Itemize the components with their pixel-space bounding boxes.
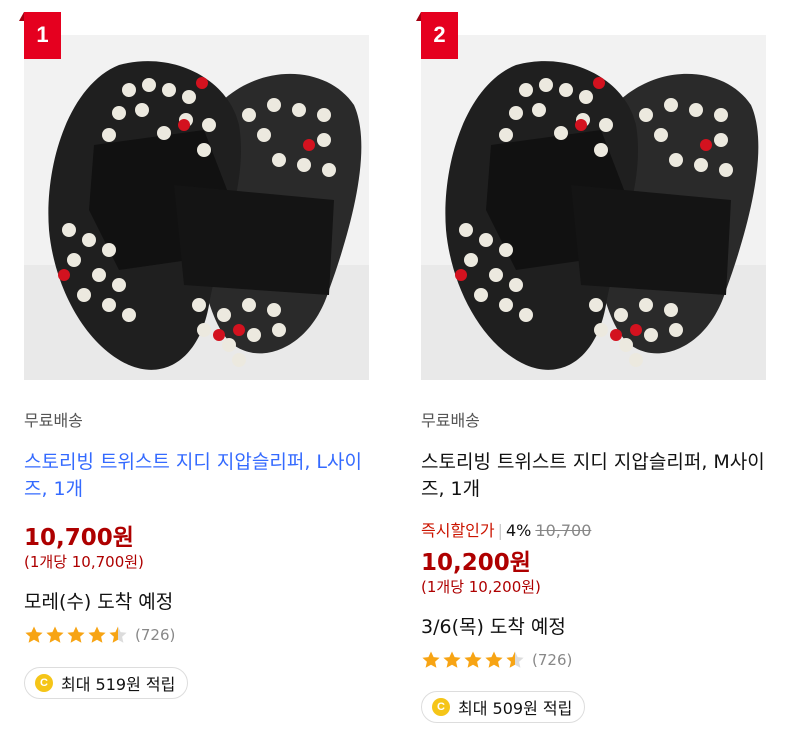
review-count: (726) (135, 626, 176, 644)
star-icon (25, 626, 43, 643)
star-rating (421, 650, 526, 670)
instant-discount-label: 즉시할인가 (421, 521, 495, 540)
rating[interactable]: (726) (421, 650, 572, 670)
sale-price: 10,200원 (421, 550, 531, 576)
product-title-link[interactable]: 스토리빙 트위스트 지디 지압슬리퍼, M사이즈, 1개 (421, 449, 766, 503)
star-rating (24, 625, 129, 645)
rank-badge: 1 (24, 12, 61, 59)
star-icon (422, 651, 440, 668)
reward-badge: C 최대 519원 적립 (24, 667, 189, 699)
star-icon (109, 626, 127, 643)
rank-badge: 2 (421, 12, 458, 59)
discount-row: 즉시할인가 | 4% 10,700 (421, 517, 591, 541)
divider: | (497, 521, 503, 540)
discount-rate: 4% (506, 521, 532, 540)
slipper-image (421, 35, 766, 380)
review-count: (726) (532, 651, 573, 669)
product-image[interactable] (421, 35, 766, 380)
free-shipping-label: 무료배송 (24, 411, 83, 430)
reward-text: 최대 519원 적립 (61, 675, 176, 694)
star-icon (88, 626, 106, 643)
arrival-estimate: 모레(수) 도착 예정 (24, 591, 174, 613)
product-image[interactable] (24, 35, 369, 380)
coin-icon: C (432, 698, 450, 716)
arrival-estimate: 3/6(목) 도착 예정 (421, 616, 566, 638)
free-shipping-label: 무료배송 (421, 411, 480, 430)
coin-icon: C (35, 674, 53, 692)
star-icon (67, 626, 85, 643)
star-icon (506, 651, 524, 668)
original-price: 10,700 (535, 521, 592, 540)
slipper-image (24, 35, 369, 380)
rating[interactable]: (726) (24, 625, 175, 645)
reward-text: 최대 509원 적립 (458, 699, 573, 718)
star-icon (443, 651, 461, 668)
star-icon (485, 651, 503, 668)
star-icon (46, 626, 64, 643)
sale-price: 10,700원 (24, 525, 134, 551)
unit-price: (1개당 10,200원) (421, 578, 541, 596)
star-icon (464, 651, 482, 668)
product-title-link[interactable]: 스토리빙 트위스트 지디 지압슬리퍼, L사이즈, 1개 (24, 449, 369, 503)
unit-price: (1개당 10,700원) (24, 553, 144, 571)
reward-badge: C 최대 509원 적립 (421, 691, 586, 723)
